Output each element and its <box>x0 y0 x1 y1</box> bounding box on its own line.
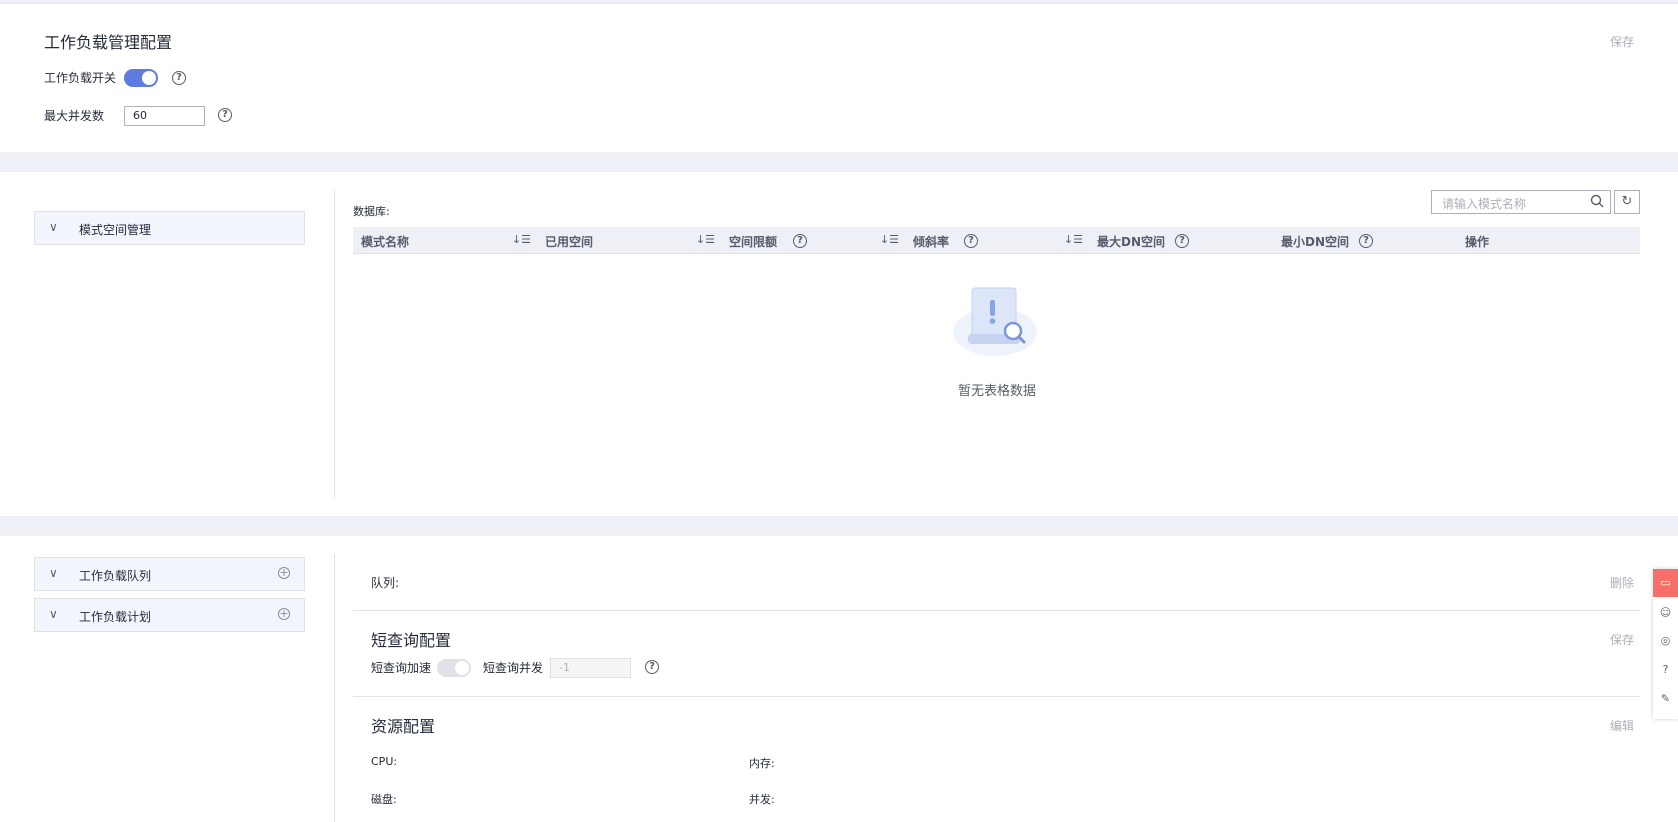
max-concurrency-input[interactable]: 60 <box>124 106 205 126</box>
tree-item-label: 模式空间管理 <box>79 223 152 237</box>
help-icon[interactable]: ? <box>1653 656 1678 684</box>
max-concurrency-label: 最大并发数 <box>44 109 105 123</box>
support-icon[interactable]: ◎ <box>1653 627 1678 655</box>
column-header[interactable]: 倾斜率 ? ↓☰ <box>905 227 1089 254</box>
chat-bot-icon[interactable]: ☺ <box>1653 599 1678 627</box>
workload-queue-panel: ∨ 工作负载队列 + ∨ 工作负载计划 + 队列: 删除 短查询配置 保存 短查… <box>0 536 1678 822</box>
workload-config-panel: 工作负载管理配置 保存 工作负载开关 ? 最大并发数 60 ? <box>0 3 1678 152</box>
floating-toolbar: ▭ ☺ ◎ ? ✎ <box>1653 569 1678 719</box>
sort-icon[interactable]: ↓☰ <box>880 233 899 246</box>
short-query-accel-label: 短查询加速 <box>371 661 432 675</box>
feedback-icon[interactable]: ▭ <box>1653 569 1678 597</box>
short-query-save-button[interactable]: 保存 <box>1610 631 1634 648</box>
chevron-down-icon: ∨ <box>49 607 58 621</box>
help-icon[interactable]: ? <box>172 71 186 85</box>
tree-item-label: 工作负载队列 <box>79 569 152 583</box>
chevron-down-icon: ∨ <box>49 566 58 580</box>
search-input[interactable]: 请输入模式名称 <box>1431 190 1611 214</box>
column-header[interactable]: 模式名称 ↓☰ <box>353 227 537 254</box>
add-icon[interactable]: + <box>278 608 290 620</box>
column-header[interactable]: 空间限额 ? ↓☰ <box>721 227 905 254</box>
search-placeholder: 请输入模式名称 <box>1442 197 1527 211</box>
tree-item-schema-space[interactable]: ∨ 模式空间管理 <box>34 211 305 245</box>
sort-icon[interactable]: ↓☰ <box>512 233 531 246</box>
chevron-down-icon: ∨ <box>49 220 58 234</box>
search-icon[interactable] <box>1590 194 1604 208</box>
schema-table-header: 模式名称 ↓☰ 已用空间 ↓☰ 空间限额 ? ↓☰ 倾斜率 ? ↓☰ 最大DN空间 … <box>353 227 1640 254</box>
column-header: 操作 <box>1465 235 1490 249</box>
concurrency-label: 并发: <box>749 793 775 806</box>
short-query-concurrency-input[interactable]: -1 <box>550 658 631 678</box>
help-icon[interactable]: ? <box>964 234 978 248</box>
sort-icon[interactable]: ↓☰ <box>696 233 715 246</box>
column-header[interactable]: 已用空间 ↓☰ <box>537 227 721 254</box>
schema-space-panel: ∨ 模式空间管理 数据库: 请输入模式名称 ↻ 模式名称 ↓☰ 已用空间 ↓☰ 空间… <box>0 172 1678 516</box>
workload-config-title: 工作负载管理配置 <box>44 33 173 52</box>
add-icon[interactable]: + <box>278 567 290 579</box>
delete-button[interactable]: 删除 <box>1610 574 1634 591</box>
queue-label: 队列: <box>371 576 400 590</box>
help-icon[interactable]: ? <box>1359 234 1373 248</box>
help-icon[interactable]: ? <box>1175 234 1189 248</box>
database-label: 数据库: <box>353 205 390 218</box>
divider <box>353 610 1640 611</box>
empty-table-text: 暂无表格数据 <box>958 384 1037 399</box>
resource-config-title: 资源配置 <box>371 717 436 736</box>
short-query-concurrency-label: 短查询并发 <box>483 661 544 675</box>
memory-label: 内存: <box>749 757 775 770</box>
cpu-label: CPU: <box>371 755 398 768</box>
tree-item-workload-plan[interactable]: ∨ 工作负载计划 + <box>34 598 305 632</box>
short-query-title: 短查询配置 <box>371 631 452 650</box>
disk-label: 磁盘: <box>371 793 397 806</box>
divider <box>353 696 1640 697</box>
edit-note-icon[interactable]: ✎ <box>1653 685 1678 713</box>
help-icon[interactable]: ? <box>218 108 232 122</box>
tree-item-workload-queue[interactable]: ∨ 工作负载队列 + <box>34 557 305 591</box>
help-icon[interactable]: ? <box>793 234 807 248</box>
tree-item-label: 工作负载计划 <box>79 610 152 624</box>
save-button[interactable]: 保存 <box>1610 33 1634 50</box>
sort-icon[interactable]: ↓☰ <box>1064 233 1083 246</box>
column-header: 最大DN空间 ? <box>1089 227 1273 254</box>
refresh-button[interactable]: ↻ <box>1614 190 1640 214</box>
empty-data-icon <box>953 287 1037 356</box>
short-query-accel-toggle[interactable] <box>437 659 471 677</box>
resource-edit-button[interactable]: 编辑 <box>1610 717 1634 734</box>
divider <box>334 554 335 822</box>
help-icon[interactable]: ? <box>645 660 659 674</box>
column-header: 最小DN空间 ? <box>1273 227 1457 254</box>
divider <box>334 190 335 498</box>
workload-switch-toggle[interactable] <box>124 69 158 87</box>
workload-switch-label: 工作负载开关 <box>44 71 117 85</box>
